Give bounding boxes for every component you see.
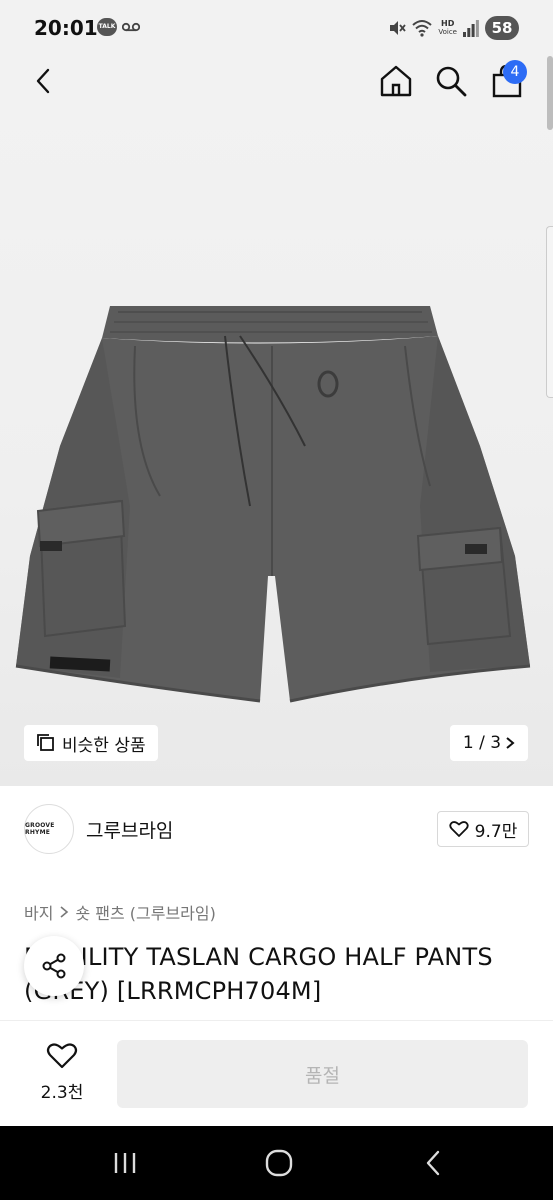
- product-title: MOBILITY TASLAN CARGO HALF PANTS (GREY) …: [24, 940, 524, 1008]
- chevron-right-icon: [60, 906, 69, 918]
- wifi-icon: [412, 20, 433, 37]
- hd-label: HD: [441, 19, 455, 28]
- image-counter-text: 1 / 3: [462, 733, 502, 753]
- brand-name-link[interactable]: 그루브라임: [86, 816, 173, 843]
- back-nav-button[interactable]: [394, 1126, 474, 1200]
- product-image: [15, 306, 531, 703]
- chevron-right-icon: [506, 737, 515, 749]
- battery-indicator: 58: [485, 16, 519, 40]
- similar-products-label: 비슷한 상품: [62, 735, 146, 756]
- breadcrumb: 바지 숏 팬츠 (그루브라임): [24, 900, 216, 924]
- status-time: 20:01: [34, 16, 98, 40]
- recent-apps-button[interactable]: [85, 1126, 165, 1200]
- scrollbar[interactable]: [547, 56, 553, 130]
- wishlist-count: 2.3천: [40, 1083, 84, 1103]
- talk-notification-icon: TALK: [97, 18, 117, 36]
- brand-logo-text: GROOVE RHYME: [25, 822, 55, 836]
- product-image-gallery[interactable]: 비슷한 상품 1 / 3: [0, 56, 553, 786]
- sold-out-label: 품절: [305, 1064, 340, 1087]
- back-arrow-icon: [426, 1150, 440, 1176]
- brand-like-button[interactable]: 9.7만: [437, 811, 529, 847]
- home-button[interactable]: [374, 59, 418, 103]
- product-title-line1: MOBILITY TASLAN CARGO HALF PANTS: [24, 943, 493, 971]
- wishlist-button[interactable]: 2.3천: [24, 1042, 100, 1104]
- cart-count-badge: 4: [503, 60, 527, 84]
- home-icon: [380, 65, 412, 97]
- recent-apps-icon: [114, 1153, 136, 1173]
- home-circle-icon: [265, 1149, 293, 1177]
- share-button[interactable]: [24, 936, 84, 996]
- brand-logo[interactable]: GROOVE RHYME: [24, 804, 74, 854]
- home-nav-button[interactable]: [239, 1126, 319, 1200]
- hd-voice-icon: HD Voice: [438, 19, 457, 37]
- edge-panel-handle[interactable]: [546, 226, 553, 398]
- heart-icon: [46, 1043, 78, 1069]
- image-counter[interactable]: 1 / 3: [450, 725, 528, 761]
- heart-icon: [449, 821, 469, 837]
- breadcrumb-item-shorts[interactable]: 숏 팬츠 (그루브라임): [75, 900, 215, 924]
- chevron-left-icon: [36, 68, 50, 94]
- system-navigation-bar: [0, 1126, 553, 1200]
- brand-like-count: 9.7만: [474, 821, 518, 842]
- voice-label: Voice: [438, 28, 457, 36]
- mute-icon: [390, 21, 407, 35]
- sold-out-button[interactable]: 품절: [117, 1040, 528, 1108]
- product-page: 20:01 TALK HD Voice 58 비슷한 상품 1 / 3 4 GR…: [0, 0, 553, 1200]
- breadcrumb-item-pants[interactable]: 바지: [24, 900, 53, 924]
- share-icon: [42, 953, 66, 979]
- status-icons: HD Voice 58: [388, 15, 519, 41]
- similar-products-button[interactable]: 비슷한 상품: [24, 725, 158, 761]
- status-bar: 20:01 TALK HD Voice 58: [0, 0, 553, 56]
- search-button[interactable]: [429, 59, 473, 103]
- back-button[interactable]: [22, 59, 66, 103]
- copy-icon: [37, 734, 54, 751]
- signal-icon: [463, 20, 479, 37]
- voicemail-icon: [122, 22, 140, 32]
- search-icon: [436, 66, 467, 97]
